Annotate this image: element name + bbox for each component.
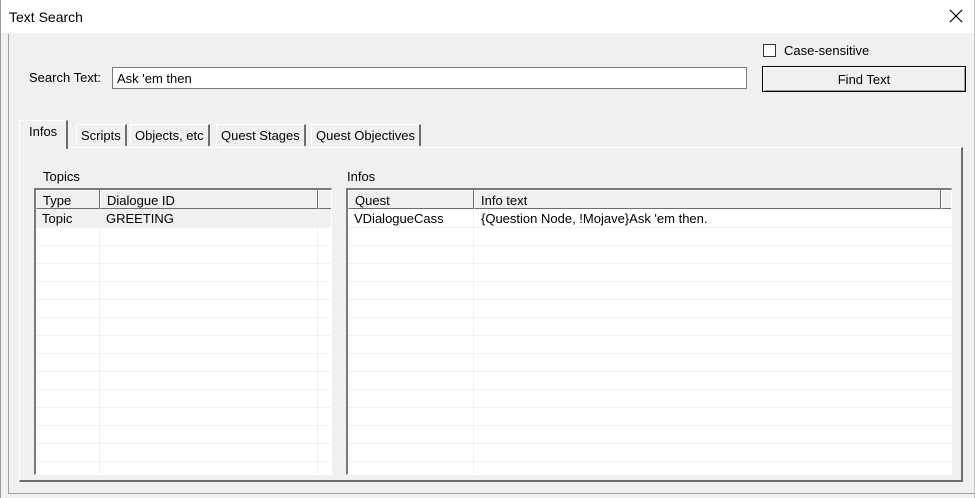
infos-group-label: Infos bbox=[347, 169, 376, 184]
topics-header: Type Dialogue ID bbox=[36, 190, 331, 209]
table-row bbox=[348, 263, 951, 282]
topics-col-spacer bbox=[318, 190, 331, 209]
tab-infos[interactable]: Infos bbox=[19, 120, 69, 149]
table-row bbox=[36, 281, 331, 300]
table-row bbox=[36, 353, 331, 372]
table-row bbox=[36, 371, 331, 390]
table-row bbox=[36, 263, 331, 282]
table-row bbox=[348, 335, 951, 354]
table-row bbox=[348, 371, 951, 390]
tab-scripts[interactable]: Scripts bbox=[76, 124, 127, 146]
table-row bbox=[348, 227, 951, 246]
search-text-label: Search Text: bbox=[29, 70, 102, 85]
topics-listview[interactable]: Type Dialogue ID Topic GREETING bbox=[34, 188, 332, 475]
title-bar: Text Search bbox=[1, 0, 974, 34]
case-sensitive-label: Case-sensitive bbox=[784, 43, 870, 58]
table-row bbox=[348, 425, 951, 444]
infos-header: Quest Info text bbox=[348, 190, 951, 209]
find-text-button[interactable]: Find Text bbox=[762, 66, 966, 92]
infos-col-spacer bbox=[941, 190, 951, 209]
table-row[interactable]: Topic GREETING bbox=[36, 209, 331, 228]
window-title: Text Search bbox=[9, 9, 83, 25]
text-search-window: Text Search Case-sensitive Search Text: … bbox=[0, 0, 975, 498]
table-row bbox=[348, 281, 951, 300]
table-row bbox=[348, 443, 951, 462]
tab-objects-etc[interactable]: Objects, etc bbox=[130, 124, 210, 146]
table-row bbox=[36, 443, 331, 462]
tab-quest-stages[interactable]: Quest Stages bbox=[216, 124, 306, 146]
infos-body: VDialogueCass {Question Node, !Mojave}As… bbox=[348, 209, 951, 474]
table-row bbox=[36, 299, 331, 318]
table-row bbox=[348, 389, 951, 408]
topics-group-label: Topics bbox=[43, 169, 80, 184]
topics-cell-dialogue-id: GREETING bbox=[106, 211, 174, 226]
table-row bbox=[348, 353, 951, 372]
table-row bbox=[348, 299, 951, 318]
table-row bbox=[36, 407, 331, 426]
table-row bbox=[348, 317, 951, 336]
topics-cell-type: Topic bbox=[42, 211, 73, 226]
dialog-border-left bbox=[8, 34, 9, 494]
topics-col-type[interactable]: Type bbox=[36, 190, 100, 209]
table-row bbox=[348, 407, 951, 426]
checkbox-box[interactable] bbox=[763, 44, 776, 57]
case-sensitive-checkbox[interactable]: Case-sensitive bbox=[763, 43, 869, 58]
table-row bbox=[36, 317, 331, 336]
topics-body: Topic GREETING bbox=[36, 209, 331, 474]
infos-cell-info-text: {Question Node, !Mojave}Ask 'em then. bbox=[481, 211, 708, 226]
search-input[interactable] bbox=[112, 67, 747, 89]
infos-col-info-text[interactable]: Info text bbox=[474, 190, 941, 209]
infos-listview[interactable]: Quest Info text VDialogueCass {Question … bbox=[346, 188, 952, 475]
table-row bbox=[36, 425, 331, 444]
table-row bbox=[36, 335, 331, 354]
tab-quest-objectives[interactable]: Quest Objectives bbox=[311, 124, 421, 146]
topics-col-dialogue-id[interactable]: Dialogue ID bbox=[100, 190, 318, 209]
infos-col-quest[interactable]: Quest bbox=[348, 190, 474, 209]
infos-cell-quest: VDialogueCass bbox=[354, 211, 444, 226]
table-row bbox=[36, 245, 331, 264]
table-row bbox=[348, 245, 951, 264]
table-row[interactable]: VDialogueCass {Question Node, !Mojave}As… bbox=[348, 209, 951, 228]
dialog-border-bottom bbox=[8, 493, 975, 494]
close-icon[interactable] bbox=[946, 6, 966, 26]
table-row bbox=[36, 389, 331, 408]
table-row bbox=[36, 227, 331, 246]
